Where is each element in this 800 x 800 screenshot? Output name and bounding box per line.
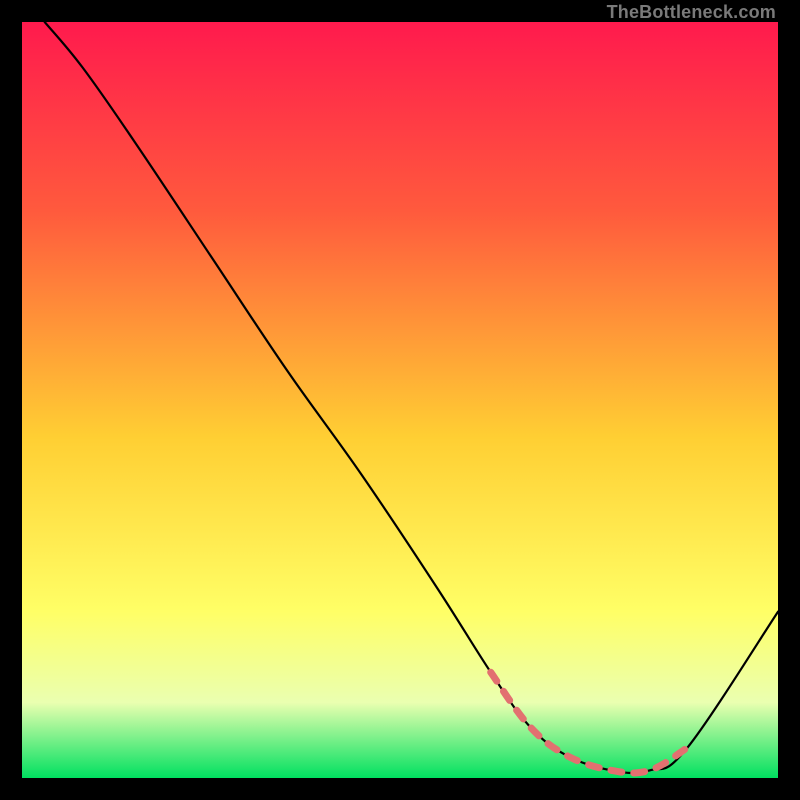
bottleneck-curve (45, 22, 778, 773)
chart-svg (22, 22, 778, 778)
plot-area (22, 22, 778, 778)
optimal-region-dashes (491, 672, 688, 773)
watermark-text: TheBottleneck.com (607, 2, 776, 23)
chart-frame: TheBottleneck.com (0, 0, 800, 800)
